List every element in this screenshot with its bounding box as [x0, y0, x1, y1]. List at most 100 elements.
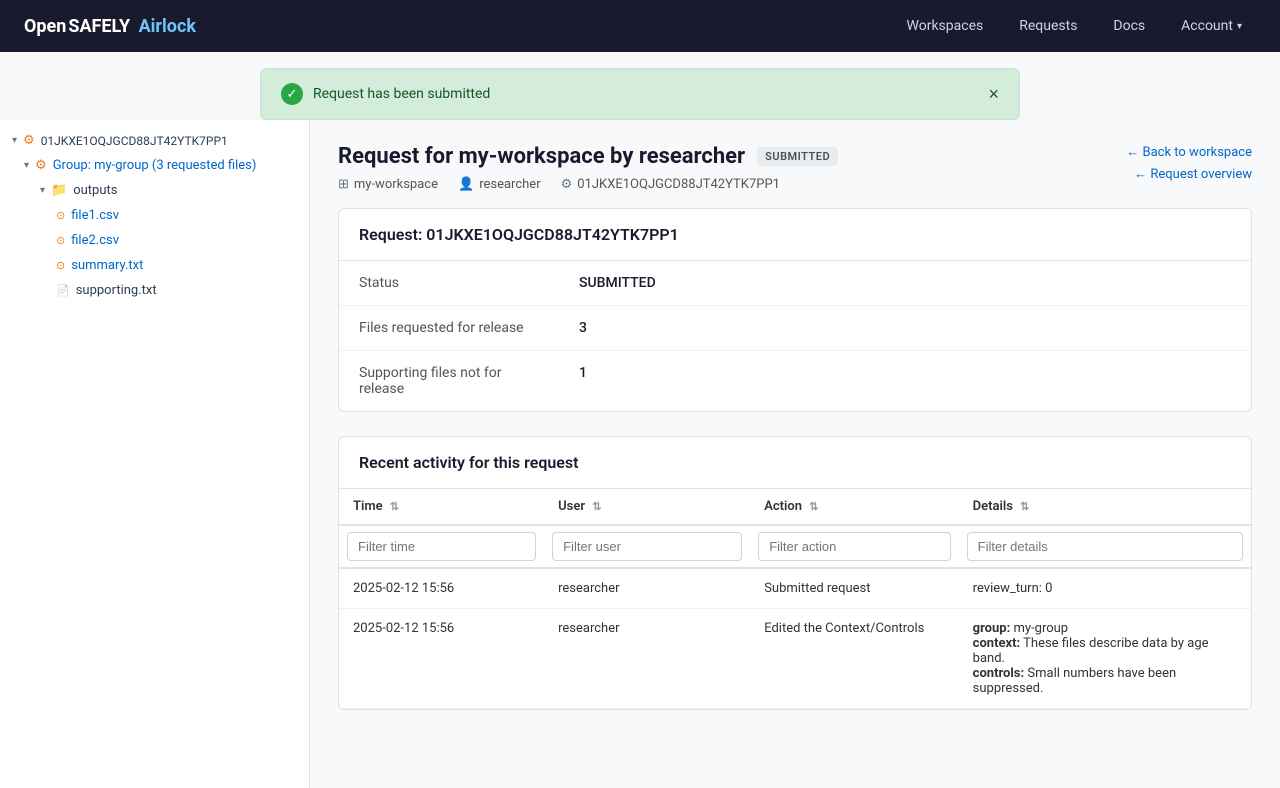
- row2-time: 2025-02-12 15:56: [339, 609, 544, 709]
- navbar: Open SAFELY Airlock Workspaces Requests …: [0, 0, 1280, 52]
- sidebar-file2-link[interactable]: file2.csv: [71, 233, 119, 248]
- alert-close-button[interactable]: ×: [988, 85, 999, 103]
- activity-title: Recent activity for this request: [359, 453, 579, 472]
- chevron-down-icon: ▾: [1237, 21, 1242, 32]
- request-overview-link[interactable]: ← Request overview: [1134, 166, 1252, 182]
- nav-links: Workspaces Requests Docs Account ▾: [893, 10, 1256, 42]
- filter-action-input[interactable]: [758, 532, 950, 561]
- filter-details-input[interactable]: [967, 532, 1243, 561]
- nav-workspaces[interactable]: Workspaces: [893, 10, 998, 42]
- row2-user: researcher: [544, 609, 750, 709]
- row1-user: researcher: [544, 568, 750, 609]
- sidebar-summary-link[interactable]: summary.txt: [71, 258, 143, 273]
- sort-icon[interactable]: ⇅: [1020, 500, 1029, 513]
- nav-docs[interactable]: Docs: [1099, 10, 1159, 42]
- info-value-files: 3: [559, 306, 1251, 351]
- row1-details: review_turn: 0: [959, 568, 1251, 609]
- meta-user-value: researcher: [479, 177, 540, 192]
- sidebar-supporting-label: supporting.txt: [76, 283, 157, 298]
- filter-user-cell: [544, 525, 750, 568]
- filter-details-cell: [959, 525, 1251, 568]
- sort-icon[interactable]: ⇅: [592, 500, 601, 513]
- workspace-icon: ⊞: [338, 177, 349, 192]
- col-details: Details ⇅: [959, 489, 1251, 525]
- activity-table: Time ⇅ User ⇅ Action ⇅ Details: [339, 489, 1251, 709]
- filter-user-input[interactable]: [552, 532, 742, 561]
- meta-requestid-value: 01JKXE1OQJGCD88JT42YTK7PP1: [577, 177, 780, 192]
- sidebar-item-supporting[interactable]: 📄 supporting.txt: [0, 278, 309, 303]
- meta-workspace: ⊞ my-workspace: [338, 177, 438, 192]
- csv-icon: ⊙: [56, 209, 65, 222]
- page-title: Request for my-workspace by researcher: [338, 144, 745, 169]
- detail-bold-group: group:: [973, 621, 1011, 636]
- alert-message: Request has been submitted: [313, 86, 490, 102]
- info-value-status: SUBMITTED: [559, 261, 1251, 306]
- request-panel-title: Request: 01JKXE1OQJGCD88JT42YTK7PP1: [359, 225, 679, 244]
- alert-success: ✓ Request has been submitted ×: [260, 68, 1020, 120]
- back-to-workspace-link[interactable]: ← Back to workspace: [1126, 144, 1252, 160]
- table-row: Status SUBMITTED: [339, 261, 1251, 306]
- sidebar-outputs-label: outputs: [73, 183, 117, 198]
- header-links: ← Back to workspace ← Request overview: [1126, 144, 1252, 182]
- detail-bold-context: context:: [973, 636, 1021, 651]
- info-label-status: Status: [339, 261, 559, 306]
- activity-table-header-row: Time ⇅ User ⇅ Action ⇅ Details: [339, 489, 1251, 525]
- toggle-icon: ▾: [12, 135, 17, 146]
- nav-requests[interactable]: Requests: [1005, 10, 1091, 42]
- col-user: User ⇅: [544, 489, 750, 525]
- sidebar-file1-link[interactable]: file1.csv: [71, 208, 119, 223]
- info-value-supporting: 1: [559, 351, 1251, 412]
- filter-action-cell: [750, 525, 958, 568]
- sidebar: ▾ ⚙ 01JKXE1OQJGCD88JT42YTK7PP1 ▾ ⚙ Group…: [0, 120, 310, 788]
- hash-icon: ⚙: [561, 177, 573, 192]
- sidebar-group-link[interactable]: Group: my-group (3 requested files): [53, 158, 257, 173]
- info-label-files: Files requested for release: [339, 306, 559, 351]
- sidebar-tree: ▾ ⚙ 01JKXE1OQJGCD88JT42YTK7PP1 ▾ ⚙ Group…: [0, 128, 309, 303]
- sidebar-item-group[interactable]: ▾ ⚙ Group: my-group (3 requested files): [0, 153, 309, 178]
- table-row: Files requested for release 3: [339, 306, 1251, 351]
- gear-icon: ⚙: [23, 133, 35, 148]
- brand-airlock: Airlock: [139, 16, 196, 37]
- table-row: 2025-02-12 15:56 researcher Submitted re…: [339, 568, 1251, 609]
- alert-container: ✓ Request has been submitted ×: [0, 52, 1280, 120]
- meta-row: ⊞ my-workspace 👤 researcher ⚙ 01JKXE1OQJ…: [338, 177, 838, 192]
- col-action: Action ⇅: [750, 489, 958, 525]
- sort-icon[interactable]: ⇅: [809, 500, 818, 513]
- table-row: 2025-02-12 15:56 researcher Edited the C…: [339, 609, 1251, 709]
- brand-open: Open: [24, 16, 66, 37]
- brand-safely: SAFELY: [68, 16, 130, 37]
- sidebar-item-summary[interactable]: ⊙ summary.txt: [0, 253, 309, 278]
- folder-icon: 📁: [51, 183, 67, 198]
- activity-header: Recent activity for this request: [339, 437, 1251, 489]
- sidebar-root-id: 01JKXE1OQJGCD88JT42YTK7PP1: [41, 134, 228, 148]
- sidebar-item-file2[interactable]: ⊙ file2.csv: [0, 228, 309, 253]
- row1-time: 2025-02-12 15:56: [339, 568, 544, 609]
- detail-group-value: my-group: [1014, 621, 1069, 636]
- status-badge: SUBMITTED: [757, 147, 838, 166]
- filter-time-cell: [339, 525, 544, 568]
- row1-action: Submitted request: [750, 568, 958, 609]
- meta-user: 👤 researcher: [458, 177, 541, 192]
- page-header-left: Request for my-workspace by researcher S…: [338, 144, 838, 192]
- filter-time-input[interactable]: [347, 532, 536, 561]
- person-icon: 👤: [458, 177, 474, 192]
- info-table: Status SUBMITTED Files requested for rel…: [339, 261, 1251, 411]
- sort-icon[interactable]: ⇅: [390, 500, 399, 513]
- detail-bold-controls: controls:: [973, 666, 1024, 681]
- row2-details: group: my-group context: These files des…: [959, 609, 1251, 709]
- row2-action: Edited the Context/Controls: [750, 609, 958, 709]
- col-time: Time ⇅: [339, 489, 544, 525]
- nav-account[interactable]: Account ▾: [1167, 10, 1256, 42]
- main-content: ▾ ⚙ 01JKXE1OQJGCD88JT42YTK7PP1 ▾ ⚙ Group…: [0, 120, 1280, 788]
- toggle-icon: ▾: [40, 185, 45, 196]
- sidebar-item-file1[interactable]: ⊙ file1.csv: [0, 203, 309, 228]
- sidebar-item-root[interactable]: ▾ ⚙ 01JKXE1OQJGCD88JT42YTK7PP1: [0, 128, 309, 153]
- brand: Open SAFELY Airlock: [24, 16, 196, 37]
- request-panel: Request: 01JKXE1OQJGCD88JT42YTK7PP1 Stat…: [338, 208, 1252, 412]
- group-icon: ⚙: [35, 158, 47, 173]
- activity-section: Recent activity for this request Time ⇅ …: [338, 436, 1252, 710]
- meta-requestid: ⚙ 01JKXE1OQJGCD88JT42YTK7PP1: [561, 177, 780, 192]
- sidebar-item-outputs[interactable]: ▾ 📁 outputs: [0, 178, 309, 203]
- page-header: Request for my-workspace by researcher S…: [338, 144, 1252, 192]
- check-circle-icon: ✓: [281, 83, 303, 105]
